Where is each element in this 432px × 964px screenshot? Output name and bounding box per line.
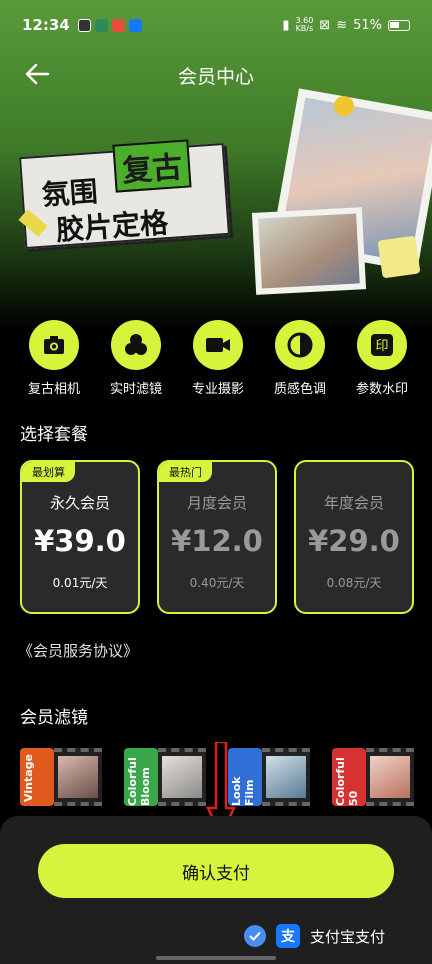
feature-label: 参数水印 xyxy=(355,382,408,397)
feature-item: 专业摄影 xyxy=(180,320,256,400)
camera-icon xyxy=(29,320,79,370)
plan-card-monthly[interactable]: 最热门 月度会员 ¥12.0 0.40元/天 xyxy=(157,460,277,614)
film-strip xyxy=(366,748,414,806)
app-icon xyxy=(128,18,142,32)
feature-item: 实时滤镜 xyxy=(98,320,174,400)
plan-daily-price: 0.01元/天 xyxy=(52,576,108,590)
feature-list: 复古相机 实时滤镜 专业摄影 质感色调 印 参数水印 xyxy=(0,320,432,400)
status-bar: 12:34 ▮ 3.60 KB/s ⊠ ≋ 51% xyxy=(0,0,432,50)
payment-method-label: 支付宝支付 xyxy=(310,927,386,946)
network-speed: 3.60 KB/s xyxy=(295,16,314,33)
plan-tag: 最划算 xyxy=(22,462,75,482)
film-canister: Colorful Bloom xyxy=(124,748,158,806)
service-agreement-link[interactable]: 《会员服务协议》 xyxy=(18,640,138,661)
header: 会员中心 xyxy=(0,56,432,92)
banner-accent: 复古 xyxy=(112,139,192,193)
film-canister: Vintage xyxy=(20,748,54,806)
filters-section-title: 会员滤镜 xyxy=(20,708,88,728)
payment-sheet: 确认支付 支 支付宝支付 xyxy=(0,816,432,964)
film-strip xyxy=(262,748,310,806)
filter-item[interactable]: Colorful Bloom xyxy=(124,740,206,806)
feature-item: 复古相机 xyxy=(16,320,92,400)
feature-label: 复古相机 xyxy=(27,382,80,397)
home-indicator xyxy=(156,956,276,960)
status-time: 12:34 xyxy=(22,16,70,34)
feature-label: 质感色调 xyxy=(273,382,326,397)
svg-text:印: 印 xyxy=(375,339,388,354)
video-icon xyxy=(193,320,243,370)
tone-icon xyxy=(275,320,325,370)
filter-item[interactable]: Vintage xyxy=(20,740,102,806)
feature-item: 质感色调 xyxy=(262,320,338,400)
feature-label: 实时滤镜 xyxy=(109,382,162,397)
feature-label: 专业摄影 xyxy=(191,382,244,397)
alipay-icon: 支 xyxy=(276,924,300,948)
plan-card-yearly[interactable]: 年度会员 ¥29.0 0.08元/天 xyxy=(294,460,414,614)
battery-percent: 51% xyxy=(353,17,382,33)
plan-card-lifetime[interactable]: 最划算 永久会员 ¥39.0 0.01元/天 xyxy=(20,460,140,614)
plan-price: ¥29.0 xyxy=(308,524,400,558)
plan-daily-price: 0.40元/天 xyxy=(189,576,245,590)
smiley-sticker xyxy=(377,235,421,279)
notification-icons xyxy=(77,18,142,32)
vibrate-icon: ▮ xyxy=(282,17,290,33)
film-strip xyxy=(158,748,206,806)
app-icon xyxy=(77,18,91,32)
plan-name: 年度会员 xyxy=(323,494,384,512)
pin-decoration xyxy=(334,96,354,116)
promo-banner-text: 氛围 复古 胶片定格 xyxy=(19,139,230,250)
payment-method[interactable]: 支 支付宝支付 xyxy=(244,924,385,948)
confirm-payment-button[interactable]: 确认支付 xyxy=(38,844,394,898)
filter-icon xyxy=(111,320,161,370)
feature-item: 印 参数水印 xyxy=(344,320,420,400)
polaroid-photo-small xyxy=(251,207,367,295)
plan-name: 永久会员 xyxy=(49,494,110,512)
plan-name: 月度会员 xyxy=(186,494,247,512)
app-icon xyxy=(94,18,108,32)
plan-daily-price: 0.08元/天 xyxy=(326,576,382,590)
app-icon xyxy=(111,18,125,32)
plan-tag: 最热门 xyxy=(159,462,212,482)
checkmark-icon[interactable] xyxy=(244,925,266,947)
film-canister: Colorful 50 xyxy=(332,748,366,806)
filter-item[interactable]: Colorful 50 xyxy=(332,740,414,806)
watermark-icon: 印 xyxy=(357,320,407,370)
plan-price: ¥39.0 xyxy=(34,524,126,558)
banner-line2: 胶片定格 xyxy=(55,206,170,247)
filter-item[interactable]: Look Film xyxy=(228,740,310,806)
plans-section-title: 选择套餐 xyxy=(20,425,88,445)
hero-banner: 12:34 ▮ 3.60 KB/s ⊠ ≋ 51% 会员中心 氛围 复古 胶片定… xyxy=(0,0,432,330)
film-strip xyxy=(54,748,102,806)
wifi-icon: ≋ xyxy=(336,17,348,33)
plan-list: 最划算 永久会员 ¥39.0 0.01元/天 最热门 月度会员 ¥12.0 0.… xyxy=(20,460,414,614)
battery-icon xyxy=(388,19,410,31)
plan-price: ¥12.0 xyxy=(171,524,263,558)
status-right: ▮ 3.60 KB/s ⊠ ≋ 51% xyxy=(282,17,410,33)
page-title: 会员中心 xyxy=(177,66,254,88)
sim-icon: ⊠ xyxy=(319,17,331,33)
